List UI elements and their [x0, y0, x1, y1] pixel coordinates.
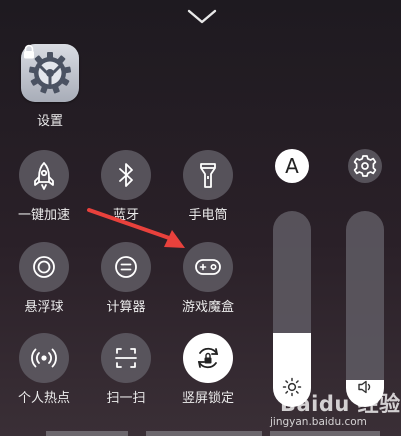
bluetooth-icon [119, 163, 133, 187]
game-box-button[interactable] [183, 242, 233, 292]
panel-settings-button[interactable] [348, 149, 382, 183]
settings-app[interactable]: 设置 [21, 44, 83, 130]
calculator-icon [115, 256, 137, 278]
tile-game-box[interactable]: 游戏魔盒 [168, 242, 248, 320]
scan-button[interactable] [101, 333, 151, 383]
calculator-button[interactable] [101, 242, 151, 292]
tile-calculator[interactable]: 计算器 [86, 242, 166, 320]
chevron-down-icon [187, 9, 217, 24]
tile-label: 手电筒 [188, 208, 228, 223]
floating-ball-button[interactable] [19, 242, 69, 292]
watermark-title: Baidu 经验 [280, 392, 401, 416]
flashlight-button[interactable] [183, 150, 233, 200]
rotation-lock-icon [197, 347, 219, 369]
baidu-watermark: Baidu 经验 jingyan.baidu.com [262, 380, 401, 436]
tile-quick-boost[interactable]: 一键加速 [4, 150, 84, 228]
settings-app-label: 设置 [36, 114, 63, 129]
gamepad-icon [195, 259, 221, 275]
gear-icon [353, 155, 377, 177]
auto-brightness-label: A [285, 154, 299, 178]
collapse-panel-button[interactable] [186, 6, 218, 26]
rocket-icon [34, 162, 54, 190]
tile-floating-ball[interactable]: 悬浮球 [4, 242, 84, 320]
tile-flashlight[interactable]: 手电筒 [168, 150, 248, 228]
auto-brightness-button[interactable]: A [275, 149, 309, 183]
tile-label: 竖屏锁定 [181, 391, 234, 406]
hotspot-button[interactable] [19, 333, 69, 383]
tile-label: 游戏魔盒 [181, 300, 234, 315]
bottom-tile-edges [0, 431, 401, 436]
volume-slider[interactable] [346, 211, 384, 407]
watermark-url: jingyan.baidu.com [270, 416, 367, 428]
quick-boost-button[interactable] [19, 150, 69, 200]
hotspot-icon [31, 348, 57, 368]
brightness-slider[interactable] [273, 211, 311, 407]
tile-bluetooth[interactable]: 蓝牙 [86, 150, 166, 228]
settings-app-icon [21, 44, 79, 102]
lock-icon [24, 44, 34, 59]
tile-scan[interactable]: 扫一扫 [86, 333, 166, 411]
bluetooth-button[interactable] [101, 150, 151, 200]
tile-rotation-lock[interactable]: 竖屏锁定 [168, 333, 248, 411]
rotation-lock-button[interactable] [183, 333, 233, 383]
scan-icon [115, 348, 137, 368]
flashlight-icon [200, 163, 216, 188]
tile-hotspot[interactable]: 个人热点 [4, 333, 84, 411]
floating-ball-icon [33, 256, 55, 278]
